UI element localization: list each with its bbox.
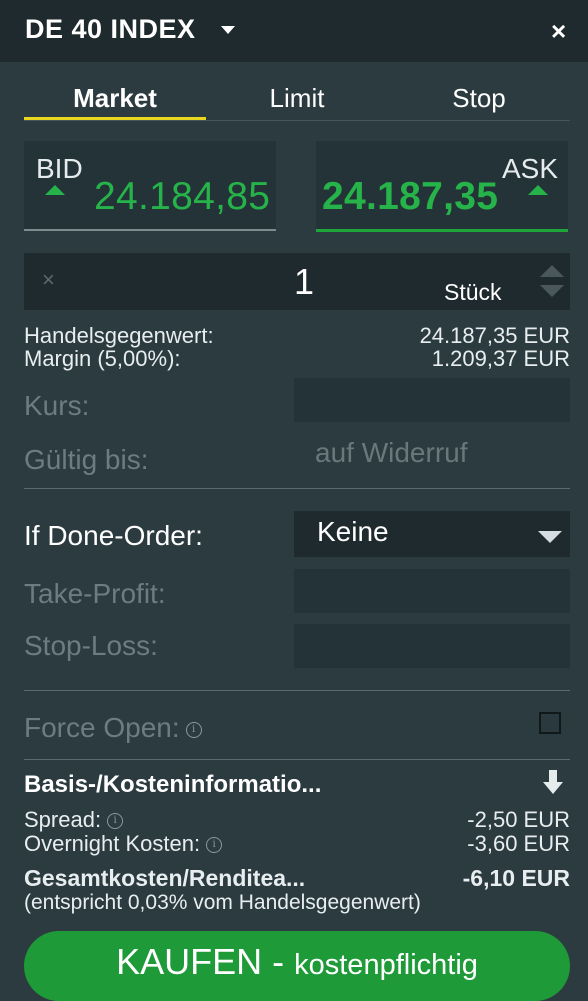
stoploss-label: Stop-Loss: [24, 630, 158, 661]
divider [24, 759, 570, 760]
divider [24, 488, 570, 489]
window-header: DE 40 INDEX × [0, 0, 588, 62]
ask-label: ASK [501, 153, 558, 184]
total-costs-row: Gesamtkosten/Renditea... -6,10 EUR [24, 866, 570, 890]
tab-limit[interactable]: Limit [206, 80, 388, 120]
handelsgegenwert-value: 24.187,35 EUR [419, 323, 570, 348]
overnight-row: Overnight Kosten: i -3,60 EUR [24, 832, 570, 856]
ifdone-select[interactable]: Keine [294, 511, 570, 557]
chevron-down-icon [538, 531, 562, 543]
buy-button-text: KAUFEN - kostenpflichtig [24, 941, 570, 983]
quantity-stepper[interactable]: × 1 Stück [24, 253, 570, 310]
divider [24, 690, 570, 691]
buy-button-sub: kostenpflichtig [294, 949, 478, 981]
increment-icon[interactable] [540, 265, 564, 277]
bid-quote-box[interactable]: BID 24.184,85 [24, 141, 276, 231]
info-icon[interactable]: i [107, 813, 124, 830]
forceopen-checkbox[interactable] [539, 712, 561, 734]
bid-price: 24.184,85 [94, 175, 271, 218]
tabs-divider [24, 120, 570, 121]
clear-quantity-icon[interactable]: × [42, 267, 55, 293]
info-icon[interactable]: i [185, 721, 202, 738]
buy-button-label: KAUFEN [116, 941, 263, 982]
ifdone-selected-value: Keine [317, 516, 389, 547]
instrument-title: DE 40 INDEX [25, 14, 196, 44]
ask-quote-box[interactable]: ASK 24.187,35 [316, 141, 568, 232]
buy-button[interactable]: KAUFEN - kostenpflichtig [24, 931, 570, 1001]
tab-market[interactable]: Market [24, 80, 206, 120]
spread-label: Spread: [24, 807, 102, 832]
gueltig-label: Gültig bis: [24, 444, 149, 475]
margin-row: Margin (5,00%): 1.209,37 EUR [24, 347, 570, 371]
margin-value: 1.209,37 EUR [431, 346, 570, 371]
instrument-dropdown-icon[interactable] [221, 26, 235, 34]
costs-title[interactable]: Basis-/Kosteninformatio... [24, 771, 321, 799]
takeprofit-input[interactable] [294, 569, 570, 613]
order-type-tabs: Market Limit Stop [24, 80, 570, 122]
kurs-label: Kurs: [24, 390, 90, 421]
overnight-label: Overnight Kosten: [24, 831, 201, 856]
ifdone-label: If Done-Order: [24, 520, 203, 551]
overnight-label-wrap: Overnight Kosten: i [24, 831, 223, 856]
tab-stop[interactable]: Stop [388, 80, 570, 120]
margin-label: Margin (5,00%): [24, 346, 181, 371]
ask-up-arrow-icon [528, 185, 548, 195]
overnight-value: -3,60 EUR [467, 831, 570, 856]
spread-label-wrap: Spread: i [24, 807, 124, 832]
costs-note-text: (entspricht 0,03% vom Handelsgegenwert) [24, 891, 421, 914]
tab-stop-label: Stop [452, 83, 506, 113]
spread-row: Spread: i -2,50 EUR [24, 808, 570, 832]
quantity-input[interactable]: 1 [204, 261, 404, 303]
decrement-icon[interactable] [540, 285, 564, 297]
forceopen-row: Force Open: i [24, 712, 202, 744]
arrow-down-icon[interactable] [543, 770, 563, 796]
bid-label: BID [36, 153, 83, 184]
info-icon[interactable]: i [206, 837, 223, 854]
buy-button-separator: - [262, 941, 295, 982]
stoploss-input[interactable] [294, 624, 570, 668]
gueltig-value[interactable]: auf Widerruf [315, 437, 468, 469]
total-costs-label[interactable]: Gesamtkosten/Renditea... [24, 866, 305, 890]
quantity-unit: Stück [444, 279, 502, 305]
total-costs-value: -6,10 EUR [462, 865, 570, 891]
takeprofit-label: Take-Profit: [24, 578, 166, 609]
tab-market-label: Market [73, 83, 157, 113]
forceopen-label: Force Open: [24, 712, 180, 743]
handelsgegenwert-label: Handelsgegenwert: [24, 323, 214, 348]
tab-limit-label: Limit [269, 83, 325, 113]
spread-value: -2,50 EUR [467, 807, 570, 832]
bid-up-arrow-icon [45, 185, 65, 195]
close-icon[interactable]: × [551, 16, 566, 46]
kurs-input[interactable] [294, 378, 570, 422]
costs-note: (entspricht 0,03% vom Handelsgegenwert) [24, 891, 570, 915]
handelsgegenwert-row: Handelsgegenwert: 24.187,35 EUR [24, 324, 570, 348]
ask-price: 24.187,35 [322, 175, 499, 218]
